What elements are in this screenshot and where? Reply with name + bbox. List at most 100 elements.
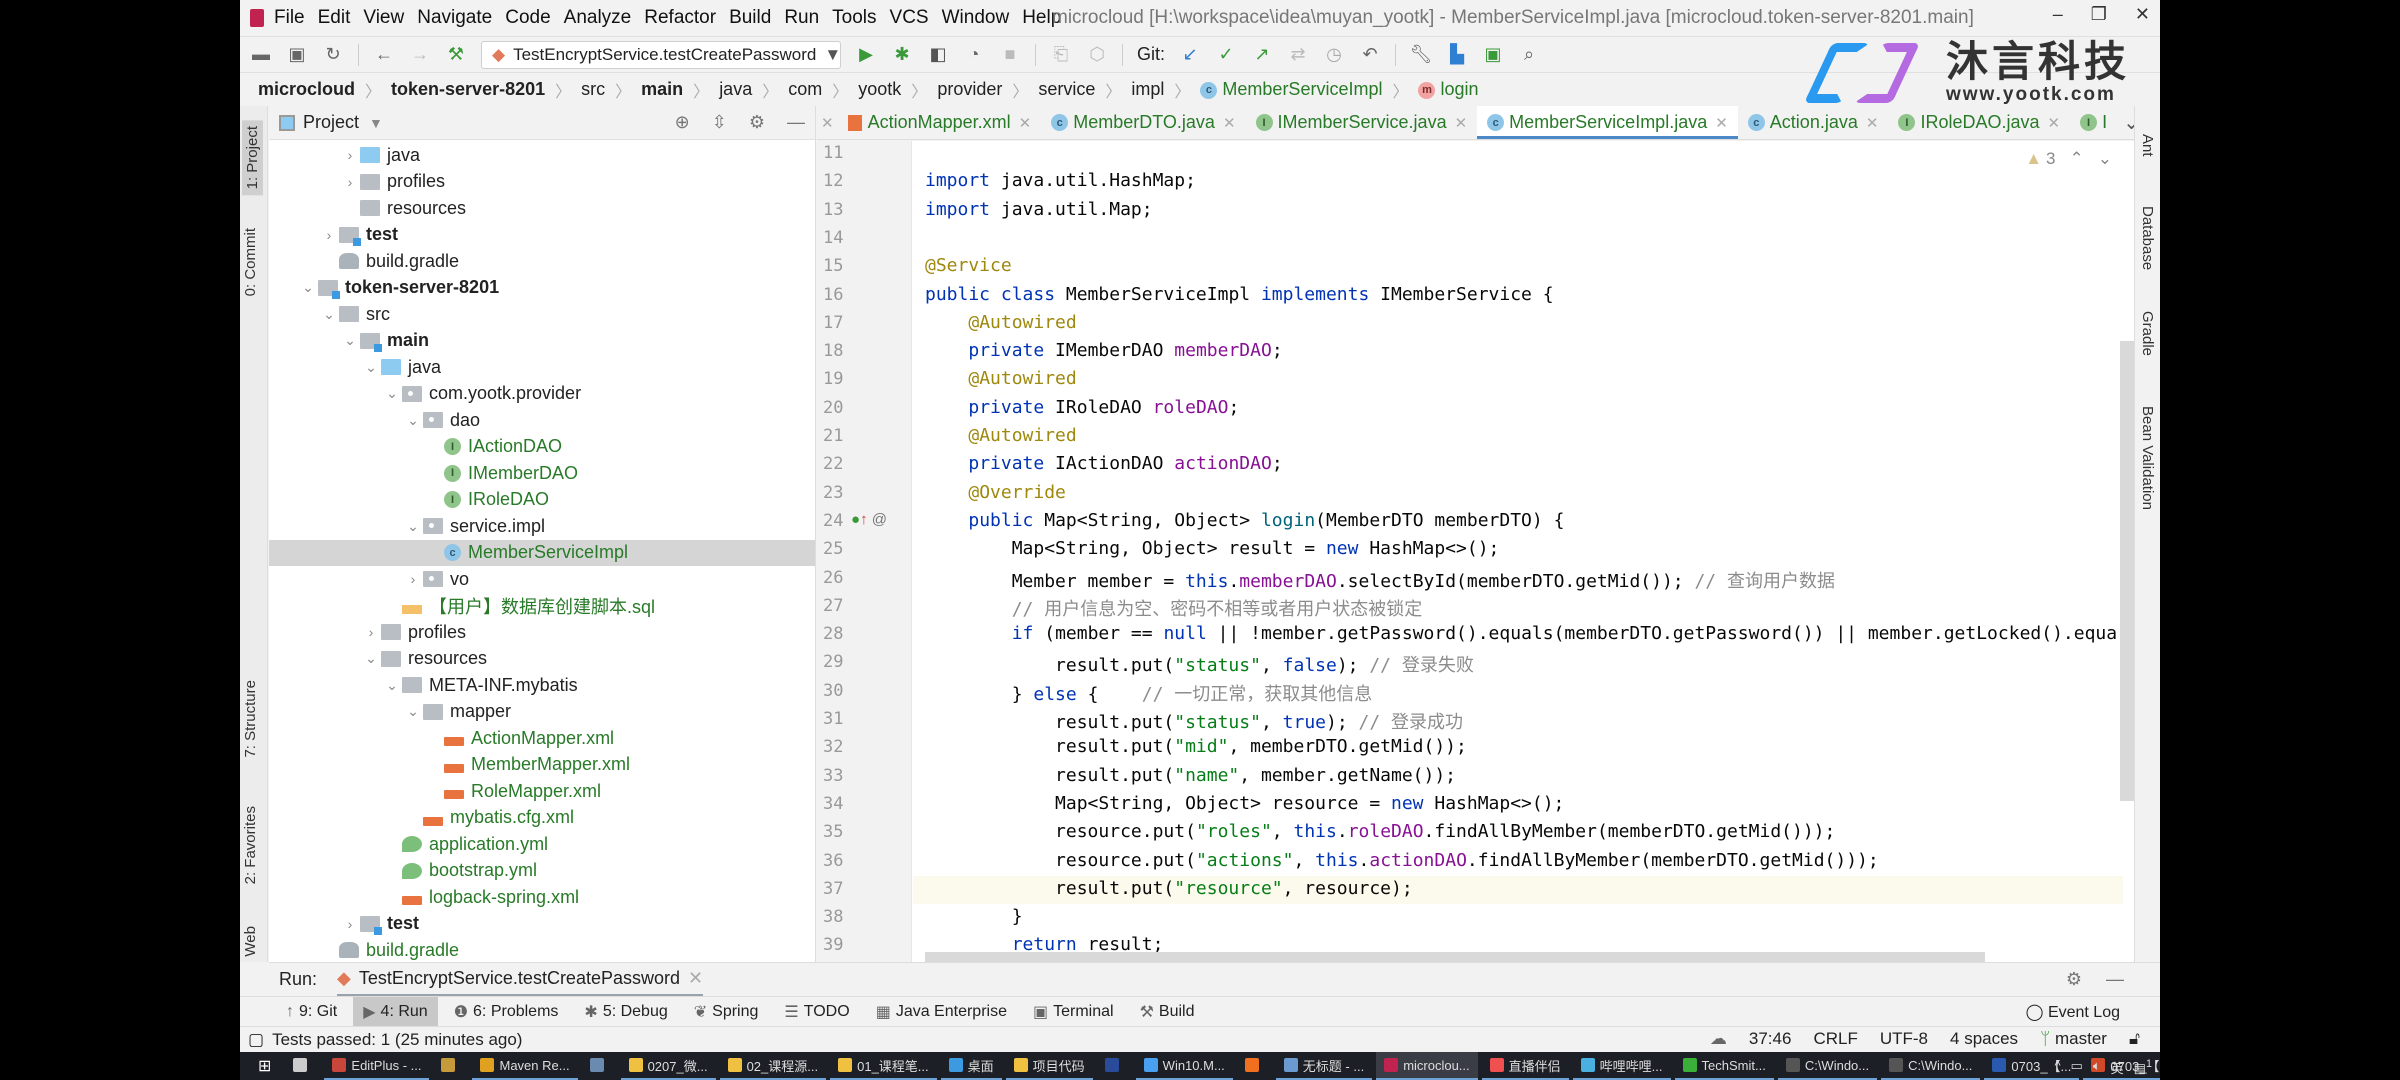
tree-item[interactable]: resources: [340, 195, 466, 221]
tree-item[interactable]: ⌄ service.impl: [403, 513, 545, 539]
tree-item[interactable]: › vo: [403, 566, 469, 592]
code-line[interactable]: result.put("mid", memberDTO.getMid());: [925, 736, 1467, 757]
lock-icon[interactable]: 🔓︎: [2129, 1029, 2140, 1049]
forward-icon[interactable]: →: [409, 44, 431, 66]
code-line[interactable]: import java.util.HashMap;: [925, 170, 1196, 191]
tray-expand-icon[interactable]: ^: [2054, 1058, 2060, 1077]
tool-button-terminal[interactable]: ▣ Terminal: [1023, 997, 1124, 1027]
tool-button-debug[interactable]: ✱ 5: Debug: [574, 997, 677, 1027]
save-icon[interactable]: ▣: [286, 44, 308, 66]
chevron-down-icon[interactable]: ⌄: [403, 703, 423, 720]
tree-item[interactable]: ActionMapper.xml: [424, 725, 614, 751]
caret-position[interactable]: 37:46: [1749, 1029, 1792, 1049]
gear-icon[interactable]: ⚙: [749, 112, 765, 133]
gear-icon[interactable]: ⚙: [2066, 969, 2082, 990]
chevron-right-icon[interactable]: ›: [340, 147, 360, 163]
code-editor[interactable]: 11 12 13 14 15 16 17 18 19 20 21 22 23 24 ●↑ @25 26 27 28…: [817, 141, 2134, 962]
notification-icon[interactable]: ▤1: [2134, 1058, 2152, 1077]
taskbar-item[interactable]: 项目代码: [1005, 1052, 1093, 1080]
editor-tab[interactable]: c MemberServiceImpl.java ✕: [1477, 106, 1738, 139]
chevron-down-icon[interactable]: ⌄: [319, 306, 339, 323]
code-line[interactable]: @Service: [925, 255, 1012, 276]
code-line[interactable]: }: [925, 906, 1023, 927]
tool-tab-gradle[interactable]: Gradle: [2139, 311, 2156, 356]
code-line[interactable]: result.put("name", member.getName());: [925, 765, 1456, 786]
settings-wrench-icon[interactable]: 🔧︎: [1410, 44, 1433, 66]
rollback-icon[interactable]: ↶: [1359, 44, 1381, 66]
restore-button[interactable]: ❐: [2091, 4, 2107, 25]
line-separator[interactable]: CRLF: [1813, 1029, 1857, 1049]
implements-marker-icon[interactable]: ●: [851, 511, 860, 528]
code-line[interactable]: // 用户信息为空、密码不相等或者用户状态被锁定: [925, 595, 1423, 621]
editor-tab[interactable]: I IRoleDAO.java ✕: [1888, 106, 2070, 139]
code-line[interactable]: if (member == null || !member.getPasswor…: [925, 623, 2117, 644]
minimize-button[interactable]: –: [2053, 4, 2063, 25]
breadcrumb-item[interactable]: main: [641, 79, 683, 100]
sync-icon[interactable]: ↻: [322, 44, 344, 66]
prev-highlight-icon[interactable]: ⌃: [2070, 149, 2084, 169]
tree-item[interactable]: logback-spring.xml: [382, 884, 579, 910]
back-icon[interactable]: ←: [373, 44, 395, 66]
tree-item[interactable]: I IMemberDAO: [424, 460, 578, 486]
editor-tab[interactable]: ActionMapper.xml ✕: [838, 106, 1042, 139]
project-structure-icon[interactable]: ▙: [1446, 44, 1468, 66]
tool-tab-structure[interactable]: 7: Structure: [242, 680, 259, 758]
taskbar-item[interactable]: 无标题 - ...: [1275, 1052, 1373, 1080]
menu-run[interactable]: Run: [784, 7, 819, 29]
tree-item[interactable]: I IActionDAO: [424, 434, 562, 460]
indent-setting[interactable]: 4 spaces: [1950, 1029, 2018, 1049]
chevron-down-icon[interactable]: ⌄: [361, 650, 381, 667]
chevron-down-icon[interactable]: ▼: [369, 115, 383, 131]
breadcrumb-item[interactable]: impl: [1131, 79, 1164, 100]
tool-button-problems[interactable]: ❶ 6: Problems: [444, 997, 569, 1027]
cloud-settings-icon[interactable]: ☁: [1710, 1029, 1727, 1049]
code-line[interactable]: resource.put("actions", this.actionDAO.f…: [925, 850, 1879, 871]
taskbar-item[interactable]: 02_课程源...: [719, 1052, 827, 1080]
tree-item[interactable]: RoleMapper.xml: [424, 778, 601, 804]
run-tab[interactable]: ◆ TestEncryptService.testCreatePassword …: [337, 963, 704, 997]
terminal-window-icon[interactable]: ▣: [1482, 44, 1504, 66]
tree-item[interactable]: ⌄ mapper: [403, 699, 511, 725]
close-tab-icon[interactable]: ✕: [688, 968, 703, 989]
git-commit-icon[interactable]: ✓: [1215, 44, 1237, 66]
breadcrumb-item[interactable]: java: [719, 79, 752, 100]
taskbar-item[interactable]: microclou...: [1376, 1052, 1478, 1080]
tool-button-run[interactable]: ▶ 4: Run: [353, 996, 438, 1027]
code-line[interactable]: result.put("status", false); // 登录失败: [925, 651, 1474, 677]
tree-item[interactable]: ⌄ token-server-8201: [298, 275, 499, 301]
inspection-widget[interactable]: ▲ 3 ⌃ ⌄: [2025, 149, 2112, 169]
open-folder-icon[interactable]: ▬: [250, 44, 272, 66]
status-toggle-icon[interactable]: ▢: [248, 1030, 264, 1050]
chevron-right-icon[interactable]: ›: [340, 174, 360, 190]
taskbar-item[interactable]: 哔哩哔哩...: [1572, 1052, 1671, 1080]
close-tab-icon[interactable]: ✕: [1866, 114, 1879, 132]
tree-item[interactable]: I IRoleDAO: [424, 487, 549, 513]
event-log-button[interactable]: ◯ Event Log: [2026, 1002, 2120, 1022]
editor-tab[interactable]: c Action.java ✕: [1738, 106, 1889, 139]
tree-item[interactable]: build.gradle: [319, 248, 459, 274]
tree-item[interactable]: › test: [319, 222, 398, 248]
tool-button-build[interactable]: ⚒ Build: [1130, 997, 1205, 1027]
git-history-icon[interactable]: ◷: [1323, 44, 1345, 66]
coverage-icon[interactable]: ◧: [927, 44, 949, 66]
tree-item[interactable]: ⌄ META-INF.mybatis: [382, 672, 578, 698]
taskbar-item[interactable]: [285, 1052, 320, 1080]
git-push-icon[interactable]: ↗: [1251, 44, 1273, 66]
chevron-right-icon[interactable]: ›: [361, 624, 381, 640]
run-icon[interactable]: ▶: [855, 44, 877, 66]
menu-edit[interactable]: Edit: [318, 7, 351, 29]
tool-tab-commit[interactable]: 0: Commit: [242, 228, 259, 296]
close-tab-icon[interactable]: ✕: [817, 114, 838, 132]
tool-button-javaenterprise[interactable]: ▦ Java Enterprise: [866, 997, 1017, 1027]
tree-item[interactable]: 【用户】数据库创建脚本.sql: [382, 593, 655, 619]
close-tab-icon[interactable]: ✕: [2048, 114, 2061, 132]
editor-tab[interactable]: I IMemberService.java ✕: [1246, 106, 1478, 139]
git-merge-icon[interactable]: ⇄: [1287, 44, 1309, 66]
tree-item[interactable]: ⌄ java: [361, 354, 441, 380]
tree-item[interactable]: MemberMapper.xml: [424, 752, 630, 778]
git-branch[interactable]: ᛘ master: [2040, 1029, 2107, 1049]
tool-tab-web[interactable]: Web: [242, 926, 259, 957]
code-line[interactable]: public class MemberServiceImpl implement…: [925, 284, 1554, 305]
attach-icon[interactable]: ⎗: [1050, 44, 1072, 66]
chevron-right-icon[interactable]: ›: [319, 227, 339, 243]
